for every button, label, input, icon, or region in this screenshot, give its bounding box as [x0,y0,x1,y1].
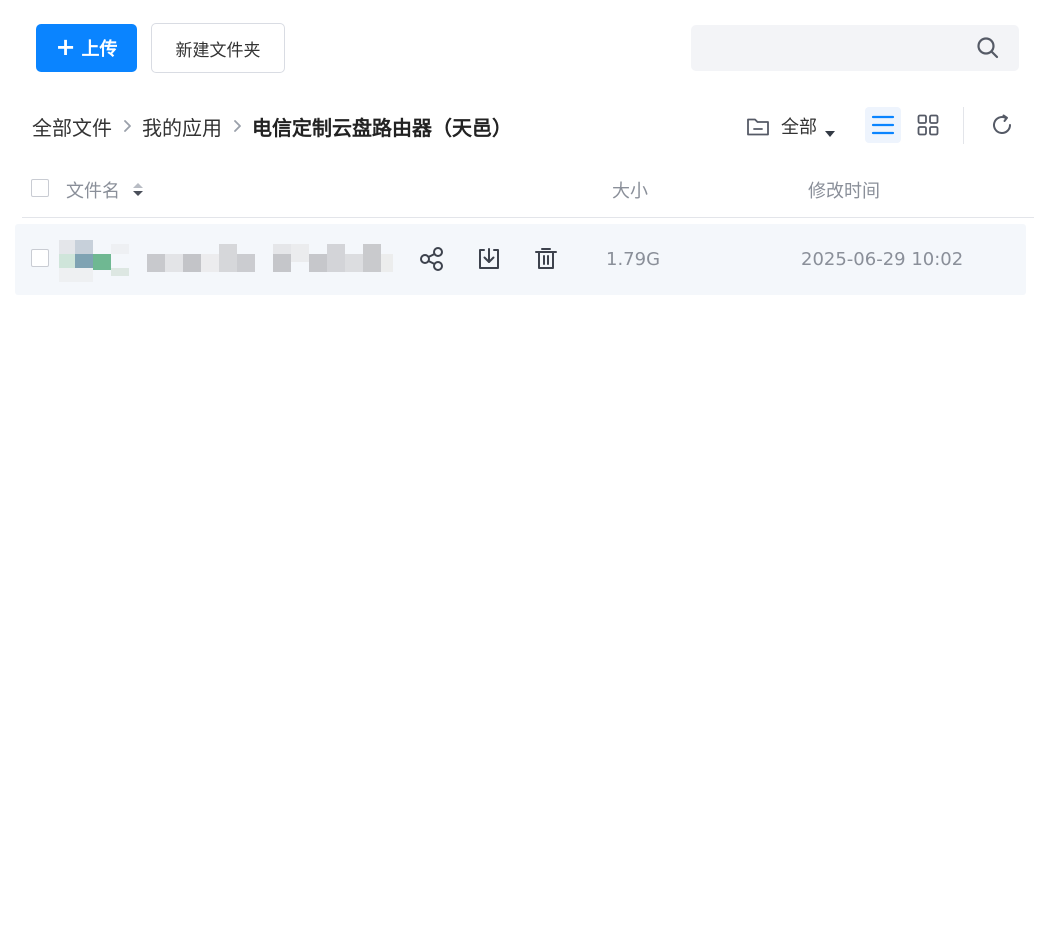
column-header-size: 大小 [612,164,648,216]
breadcrumb-item-my-apps[interactable]: 我的应用 [142,112,222,141]
upload-button-label: 上传 [81,39,118,60]
chevron-right-icon [112,119,142,133]
toolbar-divider [963,107,964,144]
breadcrumb-current: 电信定制云盘路由器（天邑） [252,115,512,140]
column-header-modified-label: 修改时间 [808,181,880,202]
folder-icon [745,113,771,139]
search-icon[interactable] [976,36,1000,60]
row-checkbox[interactable] [31,249,49,267]
upload-button[interactable]: + 上传 [36,24,137,72]
column-header-name: 文件名 [66,164,144,216]
table-header: 文件名 大小 修改时间 [22,164,1034,218]
file-type-filter[interactable]: 全部 [745,112,835,140]
plus-icon: + [55,33,76,61]
new-folder-button[interactable]: 新建文件夹 [151,23,285,73]
delete-icon[interactable] [531,244,561,274]
breadcrumb-item-all-files[interactable]: 全部文件 [32,112,112,141]
select-all-checkbox[interactable] [31,179,49,197]
caret-down-icon [825,122,835,137]
file-modified-time: 2025-06-29 10:02 [801,249,964,270]
search-input[interactable] [691,25,961,71]
sort-icon[interactable] [132,181,144,199]
download-icon[interactable] [474,244,504,274]
breadcrumb: 全部文件 我的应用 电信定制云盘路由器（天邑） [32,110,512,142]
column-header-modified: 修改时间 [808,164,880,216]
table-row[interactable]: 1.79G 2025-06-29 10:02 [15,224,1026,295]
column-header-name-label: 文件名 [66,181,120,202]
file-thumbnail [59,240,131,282]
refresh-icon[interactable] [986,109,1018,141]
search-box [691,25,1019,71]
share-icon[interactable] [417,244,447,274]
file-name[interactable] [145,242,395,278]
grid-view-icon[interactable] [910,107,946,143]
list-view-icon[interactable] [865,107,901,143]
chevron-right-icon [222,119,252,133]
file-size: 1.79G [606,249,661,270]
column-header-size-label: 大小 [612,181,648,202]
toolbar: + 上传 新建文件夹 [0,0,1042,96]
filter-label: 全部 [781,117,817,138]
new-folder-button-label: 新建文件夹 [175,40,261,61]
